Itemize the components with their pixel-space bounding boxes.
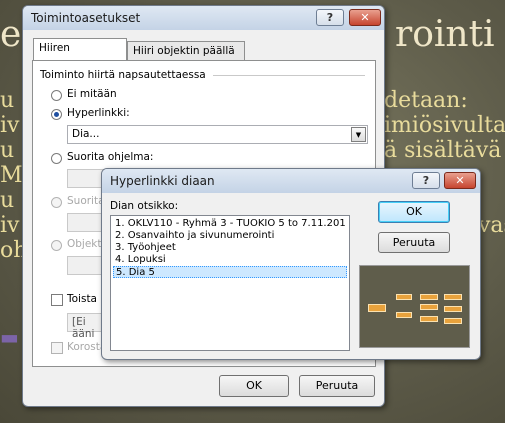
slide-dialog-help-button[interactable]: ? [412,172,440,189]
radio-run-macro [51,197,62,208]
group-divider [213,75,365,76]
radio-none-label: Ei mitään [67,88,117,100]
tab-mouse-over[interactable]: Hiiri objektin päällä [127,41,245,61]
bg-slide-line-left: u [0,138,15,163]
thumbnail-shape [420,294,438,300]
hyperlink-dropdown[interactable]: Dia... ▼ [67,125,368,144]
hyperlink-to-slide-dialog: Hyperlinkki diaan ? ✕ Dian otsikko: 1. O… [101,168,481,360]
bg-slide-line-right: imiösivulta [384,113,505,138]
thumbnail-shape [444,318,462,324]
bg-slide-title-right: rointi [395,14,495,55]
radio-object-action [51,240,62,251]
slide-list-item[interactable]: 2. Osanvaihto ja sivunumerointi [113,230,347,242]
slide-list-label: Dian otsikko: [110,200,179,212]
slide-list-item[interactable]: 5. Dia 5 [113,266,347,278]
bg-slide-line-right: vas [478,213,505,238]
thumbnail-shape [396,294,412,300]
thumbnail-shape [396,312,412,318]
radio-run-program-label: Suorita ohjelma: [67,151,154,163]
highlight-checkbox [51,342,63,354]
bg-slide-line-left: iv [0,213,20,238]
hyperlink-dropdown-value: Dia... [72,128,100,140]
radio-hyperlink-label: Hyperlinkki: [67,107,130,119]
chevron-down-icon[interactable]: ▼ [351,127,366,142]
close-button[interactable]: ✕ [349,9,381,26]
slide-dialog-ok-button[interactable]: OK [378,201,450,223]
thumbnail-shape [444,294,462,300]
help-button[interactable]: ? [316,9,344,26]
radio-hyperlink[interactable] [51,109,62,120]
cancel-button[interactable]: Peruuta [299,375,375,397]
dialog-title: Toimintoasetukset [31,11,141,25]
radio-run-program[interactable] [51,153,62,164]
slide-list-item[interactable]: 1. OKLV110 - Ryhmä 3 - TUOKIO 5 to 7.11.… [113,218,347,230]
slide-dialog-cancel-button[interactable]: Peruuta [378,232,450,253]
thumbnail-shape [420,316,438,322]
sound-dropdown-value: [Ei ääni [72,316,95,340]
slide-dialog-title: Hyperlinkki diaan [110,174,215,188]
radio-none[interactable] [51,90,62,101]
bg-slide-line-right: ä sisältävä [384,138,502,163]
tab-mouse-click[interactable]: Hiiren napsautus [33,38,127,73]
bg-slide-line-left: iv [0,113,20,138]
slide-list-item[interactable]: 3. Työohjeet [113,242,347,254]
thumbnail-shape [420,304,438,310]
slide-dialog-close-button[interactable]: ✕ [444,172,476,189]
radio-run-macro-label: Suorita [67,195,105,207]
slide-dialog-titlebar: Hyperlinkki diaan ? ✕ [102,169,480,193]
bg-link-glyph-1: ▬ [0,325,19,349]
bg-slide-line-left: u [0,88,15,113]
slide-preview-thumbnail [359,265,470,348]
group-label: Toiminto hiirtä napsautettaessa [40,69,206,81]
slide-list[interactable]: 1. OKLV110 - Ryhmä 3 - TUOKIO 5 to 7.11.… [110,215,350,351]
bg-slide-line-left: u [0,188,15,213]
slide-list-item[interactable]: 4. Lopuksi [113,254,347,266]
bg-slide-line-right: detaan: [384,88,468,113]
ok-button[interactable]: OK [219,375,289,397]
play-sound-checkbox[interactable] [51,294,63,306]
thumbnail-shape [368,304,386,312]
action-settings-titlebar: Toimintoasetukset ? ✕ [23,6,384,30]
bg-slide-title-left: e [0,14,22,55]
thumbnail-shape [444,306,462,312]
